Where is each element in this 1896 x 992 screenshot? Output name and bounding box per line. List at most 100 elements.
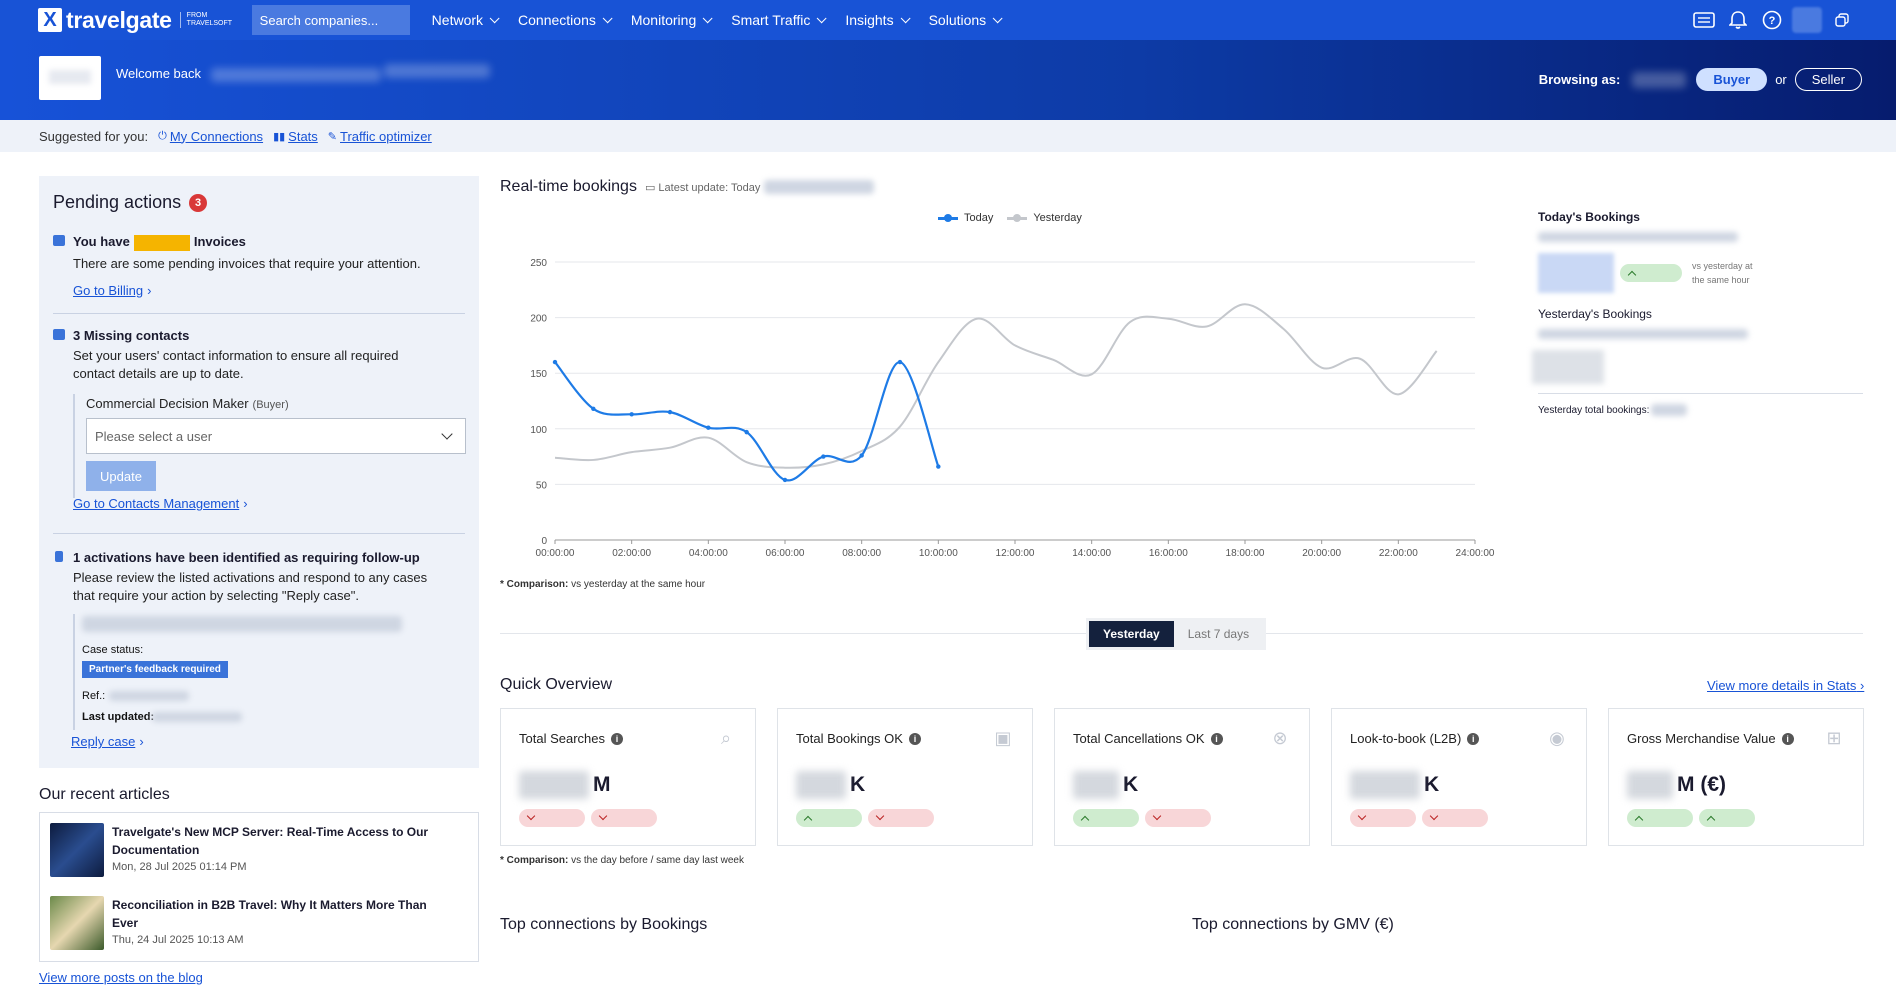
help-icon[interactable]: ? (1758, 6, 1786, 34)
avatar[interactable] (1792, 7, 1822, 33)
card-total-cancellations: Total Cancellations OK i ⊗ K (1054, 708, 1310, 846)
card-value: M (€) (1627, 771, 1726, 799)
case-status-label: Case status: (82, 644, 144, 656)
contact-icon (53, 329, 65, 340)
invoices-desc: There are some pending invoices that req… (73, 255, 421, 271)
value-redacted (1627, 771, 1673, 799)
overview-cards: Total Searches i ⌕ M Total Bookings OK i ▣… (500, 708, 1864, 846)
copy-icon[interactable] (1828, 6, 1856, 34)
user-select[interactable]: Please select a user (86, 418, 466, 454)
data-point-today (667, 409, 673, 415)
menu-insights[interactable]: Insights (845, 12, 911, 28)
svg-text:?: ? (1769, 15, 1776, 27)
legend-swatch (938, 213, 958, 222)
suggestion-bar: Suggested for you: ⏻ My Connections ▮▮ S… (0, 120, 1896, 152)
search-input[interactable] (251, 5, 410, 35)
chevron-down-icon (602, 12, 613, 23)
info-icon[interactable]: i (1781, 732, 1794, 745)
pending-count-badge: 3 (189, 193, 208, 212)
article-item[interactable]: Travelgate's New MCP Server: Real-Time A… (50, 823, 470, 877)
card-label: Total Searches i (519, 731, 623, 746)
data-point-today (552, 359, 558, 365)
card-gmv: Gross Merchandise Value i ⊞ M (€) (1608, 708, 1864, 846)
link-stats[interactable]: Stats (288, 129, 318, 144)
welcome-banner: Welcome back Browsing as: Buyer or Selle… (0, 40, 1896, 120)
divider (53, 313, 465, 314)
gift-icon: ⊞ (1826, 728, 1842, 748)
yesterday-total-redacted (1651, 404, 1688, 416)
contacts-title-text: 3 Missing contacts (73, 328, 190, 343)
card-value: M (519, 771, 611, 799)
update-time-redacted (764, 180, 875, 194)
value-redacted (796, 771, 846, 799)
x-tick-label: 14:00:00 (1072, 548, 1111, 559)
trend-chip (1699, 809, 1755, 827)
update-button[interactable]: Update (86, 461, 156, 491)
travelgate-logo[interactable]: X travelgate FROM TRAVELSOFT (38, 7, 232, 34)
menu-network[interactable]: Network (432, 12, 500, 28)
ticket-icon[interactable] (1690, 6, 1718, 34)
seller-toggle[interactable]: Seller (1794, 68, 1862, 91)
contacts-desc: Set your users' contact information to e… (73, 348, 399, 381)
invoices-pre: You have (73, 234, 130, 249)
bookings-summary: Today's Bookings vs yesterday at the sam… (1532, 210, 1863, 416)
toggle-yesterday[interactable]: Yesterday (1089, 621, 1174, 647)
article-date: Mon, 28 Jul 2025 01:14 PM (112, 861, 247, 873)
x-tick-label: 08:00:00 (842, 548, 881, 559)
view-blog-link[interactable]: View more posts on the blog (39, 970, 203, 985)
legend-yesterday[interactable]: Yesterday (1007, 212, 1082, 224)
trend-chip (1145, 809, 1211, 827)
welcome-block: Welcome back (116, 54, 491, 82)
overview-comparison-note: * Comparison: vs the day before / same d… (500, 855, 744, 866)
info-icon[interactable]: i (611, 732, 623, 745)
yesterday-bookings-title: Yesterday's Bookings (1538, 307, 1652, 321)
info-icon[interactable]: i (1210, 732, 1223, 745)
menu-smart-traffic[interactable]: Smart Traffic (731, 12, 827, 28)
reply-case-link[interactable]: Reply case (51, 734, 144, 749)
view-stats-link[interactable]: View more details in Stats › (1707, 678, 1864, 693)
menu-connections[interactable]: Connections (518, 12, 613, 28)
yesterday-total: Yesterday total bookings: (1538, 404, 1863, 416)
go-to-contacts-link[interactable]: Go to Contacts Management (53, 496, 248, 511)
contacts-title: 3 Missing contacts (53, 328, 465, 343)
article-text: Reconciliation in B2B Travel: Why It Mat… (112, 896, 452, 950)
x-tick-label: 04:00:00 (689, 548, 728, 559)
invoices-count-redacted (133, 234, 190, 251)
link-traffic-optimizer[interactable]: Traffic optimizer (340, 129, 432, 144)
top-connections-gmv-title: Top connections by GMV (€) (1192, 916, 1394, 933)
value-redacted (1350, 771, 1420, 799)
card-trends (1627, 809, 1761, 827)
link-my-connections[interactable]: My Connections (170, 129, 263, 144)
company-redacted (1632, 71, 1687, 88)
nav-icons: ? (1684, 6, 1856, 34)
case-status-badge: Partner's feedback required (82, 661, 228, 678)
chevron-down-icon (702, 12, 713, 23)
period-toggle: Yesterday Last 7 days (1086, 618, 1267, 650)
card-label-text: Total Bookings OK (796, 731, 903, 746)
article-item[interactable]: Reconciliation in B2B Travel: Why It Mat… (50, 896, 470, 950)
toggle-last-7-days[interactable]: Last 7 days (1174, 621, 1263, 647)
trend-chip (1422, 809, 1488, 827)
role-hint: (Buyer) (252, 399, 289, 411)
brand-sub: FROM TRAVELSOFT (179, 12, 232, 28)
eye-icon: ◉ (1549, 728, 1565, 748)
chevron-down-icon (441, 428, 453, 440)
menu-label: Solutions (928, 12, 987, 28)
menu-solutions[interactable]: Solutions (928, 12, 1003, 28)
info-icon[interactable]: i (1467, 732, 1480, 745)
info-icon[interactable]: i (908, 732, 921, 745)
value-suffix: K (850, 773, 866, 796)
x-tick-label: 10:00:00 (919, 548, 958, 559)
buyer-toggle[interactable]: Buyer (1696, 68, 1768, 91)
go-to-billing-link[interactable]: Go to Billing (53, 283, 151, 298)
company-name-redacted (384, 64, 491, 78)
legend-today[interactable]: Today (938, 212, 993, 224)
search-icon: ⌕ (720, 728, 732, 748)
activation-name-redacted (82, 616, 402, 632)
x-tick-label: 00:00:00 (536, 548, 575, 559)
card-label: Total Cancellations OK i (1073, 731, 1223, 746)
bell-icon[interactable] (1724, 6, 1752, 34)
card-value: K (1073, 771, 1138, 799)
menu-monitoring[interactable]: Monitoring (631, 12, 713, 28)
y-tick-label: 200 (530, 314, 547, 325)
